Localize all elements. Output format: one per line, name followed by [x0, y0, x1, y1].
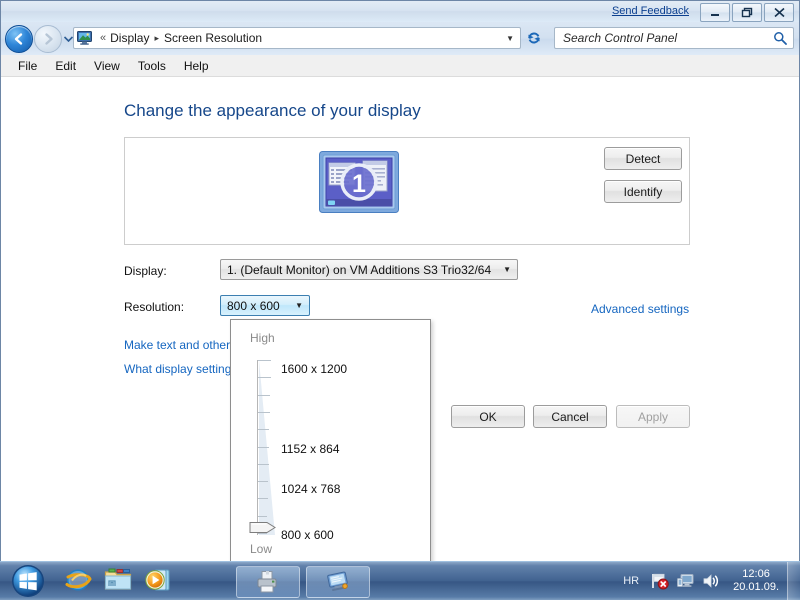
make-text-larger-link[interactable]: Make text and other: [124, 338, 230, 352]
screen-resolution-window: Send Feedback « Display ▸ Screen Resolut…: [0, 0, 800, 562]
cancel-button[interactable]: Cancel: [533, 405, 607, 428]
breadcrumb-root-chevron[interactable]: «: [100, 32, 106, 44]
page-title: Change the appearance of your display: [124, 101, 421, 120]
chevron-down-icon: ▼: [503, 265, 511, 274]
preview-action-buttons: Detect Identify: [604, 147, 682, 203]
breadcrumb-item-screen-resolution[interactable]: Screen Resolution: [164, 31, 262, 45]
send-feedback-link[interactable]: Send Feedback: [612, 5, 689, 17]
identify-button[interactable]: Identify: [604, 180, 682, 203]
detect-button[interactable]: Detect: [604, 147, 682, 170]
resolution-combobox-value: 800 x 600: [227, 298, 280, 313]
forward-arrow-icon: [45, 33, 53, 45]
minimize-button[interactable]: [700, 3, 730, 22]
show-desktop-button[interactable]: [787, 562, 800, 600]
breadcrumb[interactable]: « Display ▸ Screen Resolution ▼: [73, 27, 521, 49]
minimize-icon: [711, 13, 719, 16]
restore-button[interactable]: [732, 3, 762, 22]
taskbar: HR 12:06 20.01.09.: [0, 561, 800, 600]
search-box[interactable]: [554, 27, 794, 49]
slider-thumb[interactable]: [249, 520, 277, 535]
navigation-buttons: [5, 25, 75, 53]
ok-button[interactable]: OK: [451, 405, 525, 428]
menu-item-file[interactable]: File: [9, 57, 46, 75]
display-settings-icon: [327, 571, 348, 592]
menu-item-help[interactable]: Help: [175, 57, 218, 75]
apply-button: Apply: [616, 405, 690, 428]
internet-explorer-icon[interactable]: [62, 564, 94, 596]
slider-option-2[interactable]: 1024 x 768: [281, 482, 340, 496]
back-button[interactable]: [5, 25, 33, 53]
quick-launch-bar: [62, 564, 174, 596]
title-bar: Send Feedback: [1, 1, 799, 22]
advanced-settings-link[interactable]: Advanced settings: [591, 302, 689, 316]
breadcrumb-dropdown-icon[interactable]: ▼: [506, 34, 514, 43]
clock[interactable]: 12:06 20.01.09.: [733, 568, 779, 594]
window-controls: [700, 3, 794, 22]
resolution-slider-popup[interactable]: High Low 1600 x 1200 1152 x 864 1024 x 768…: [230, 319, 431, 561]
menu-item-view[interactable]: View: [85, 57, 129, 75]
system-tray: HR 12:06 20.01.09.: [623, 562, 800, 600]
flag-action-center-icon[interactable]: [649, 571, 669, 591]
search-icon[interactable]: [773, 31, 787, 45]
close-button[interactable]: [764, 3, 794, 22]
display-preview-panel: 1 Detect Identify: [124, 137, 690, 245]
slider-option-1[interactable]: 1152 x 864: [281, 442, 340, 456]
monitor-number-label: 1: [352, 170, 366, 198]
windows-explorer-icon[interactable]: [102, 564, 134, 596]
language-indicator[interactable]: HR: [623, 575, 639, 587]
network-icon[interactable]: [675, 571, 695, 591]
close-icon: [773, 7, 785, 18]
display-combobox[interactable]: 1. (Default Monitor) on VM Additions S3 …: [220, 259, 518, 280]
start-button[interactable]: [4, 563, 52, 598]
refresh-icon: [528, 32, 540, 44]
breadcrumb-separator-icon[interactable]: ▸: [154, 33, 159, 44]
refresh-button[interactable]: [522, 27, 546, 49]
clock-date: 20.01.09.: [733, 581, 779, 593]
volume-icon[interactable]: [701, 571, 721, 591]
task-buttons: [236, 564, 370, 598]
chevron-down-icon: ▼: [295, 301, 303, 310]
display-combobox-value: 1. (Default Monitor) on VM Additions S3 …: [227, 262, 492, 277]
address-bar: « Display ▸ Screen Resolution ▼: [1, 22, 799, 55]
slider-option-0[interactable]: 1600 x 1200: [281, 362, 347, 376]
chevron-down-icon: [64, 36, 73, 42]
printer-icon: [257, 571, 277, 593]
display-label: Display:: [124, 264, 167, 278]
what-display-settings-link[interactable]: What display setting: [124, 362, 231, 376]
clock-time: 12:06: [742, 568, 770, 580]
resolution-label: Resolution:: [124, 300, 185, 314]
printer-window-button[interactable]: [236, 566, 300, 598]
menu-item-tools[interactable]: Tools: [129, 57, 175, 75]
windows-start-orb-icon: [12, 564, 44, 597]
display-icon: [77, 31, 92, 45]
forward-button[interactable]: [34, 25, 62, 53]
windows-media-player-icon[interactable]: [142, 564, 174, 596]
menu-item-edit[interactable]: Edit: [46, 57, 85, 75]
monitor-preview[interactable]: 1: [319, 151, 399, 213]
restore-icon: [741, 7, 753, 18]
slider-option-3[interactable]: 800 x 600: [281, 528, 334, 542]
breadcrumb-item-display[interactable]: Display: [110, 31, 149, 45]
resolution-combobox[interactable]: 800 x 600 ▼: [220, 295, 310, 316]
display-window-button[interactable]: [306, 566, 370, 598]
search-input[interactable]: [561, 28, 773, 48]
menu-bar: File Edit View Tools Help: [1, 55, 799, 77]
back-arrow-icon: [14, 33, 23, 45]
